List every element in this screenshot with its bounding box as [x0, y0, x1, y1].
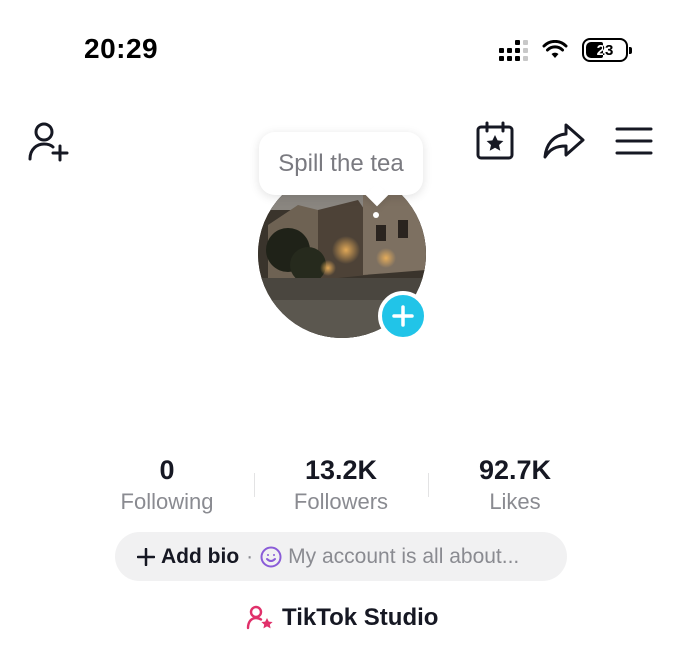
calendar-button[interactable]	[474, 120, 516, 162]
tiktok-studio-label: TikTok Studio	[282, 604, 439, 631]
tiktok-studio-link[interactable]: TikTok Studio	[246, 602, 438, 634]
add-friend-icon	[28, 122, 69, 162]
menu-button[interactable]	[614, 122, 654, 160]
battery-level: 23	[596, 41, 614, 59]
status-indicators: 23	[499, 36, 632, 64]
profile-tooltip[interactable]: Spill the tea	[259, 132, 423, 195]
share-profile-button[interactable]	[541, 120, 587, 162]
stat-followers[interactable]: 13.2K Followers	[261, 453, 421, 517]
likes-count: 92.7K	[478, 455, 552, 485]
tooltip-text: Spill the tea	[278, 149, 404, 177]
calendar-star-icon	[476, 121, 514, 160]
hamburger-menu-icon	[615, 127, 653, 155]
followers-label: Followers	[293, 489, 389, 514]
smiley-icon	[260, 546, 282, 567]
stats-divider	[428, 473, 429, 497]
plus-icon	[392, 305, 414, 327]
status-time: 20:29	[84, 33, 159, 64]
followers-count: 13.2K	[304, 455, 378, 485]
stats-divider	[254, 473, 255, 497]
add-profile-photo-button[interactable]	[378, 291, 428, 341]
stat-likes[interactable]: 92.7K Likes	[435, 453, 595, 517]
likes-label: Likes	[489, 489, 541, 514]
battery-icon: 23	[582, 38, 632, 62]
bio-separator: ·	[246, 544, 254, 568]
following-count: 0	[159, 455, 175, 485]
add-bio-button[interactable]: Add bio · My account is all about...	[115, 532, 567, 581]
profile-stats: 0 Following 13.2K Followers 92.7K Likes	[0, 453, 682, 523]
share-arrow-icon	[543, 123, 585, 159]
creator-star-icon	[246, 605, 273, 630]
add-bio: Add bio	[137, 545, 239, 569]
bio-placeholder: My account is all about...	[288, 544, 520, 568]
wifi-icon	[542, 40, 568, 58]
add-bio-label: Add bio	[161, 544, 240, 568]
following-label: Following	[120, 489, 214, 514]
plus-icon	[137, 547, 155, 566]
stat-following[interactable]: 0 Following	[87, 453, 247, 517]
add-friend-button[interactable]	[26, 120, 72, 164]
cellular-signal-icon	[499, 39, 528, 61]
